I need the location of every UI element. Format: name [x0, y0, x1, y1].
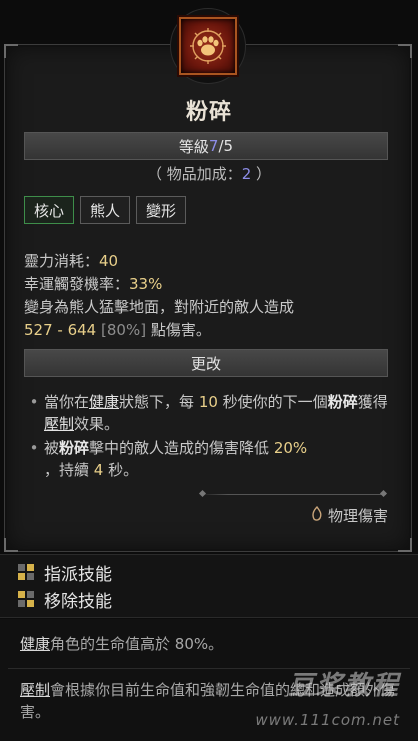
keyword-healthy[interactable]: 健康	[89, 393, 119, 411]
skill-description: 變身為熊人猛擊地面，對附近的敵人造成	[24, 298, 295, 316]
damage-line: 527 - 644 [80%] 點傷害。	[24, 319, 294, 342]
modifier-item: • 當你在健康狀態下，每 10 秒使你的下一個粉碎獲得壓制效果。	[24, 391, 396, 435]
rank-label: 等級	[178, 137, 209, 156]
damage-range: 527 - 644	[24, 321, 97, 339]
bullet-icon: •	[29, 393, 39, 411]
keyword-overpower[interactable]: 壓制	[44, 415, 74, 433]
spirit-cost-label: 靈力消耗：	[24, 252, 100, 270]
glossary-healthy: 健康角色的生命值高於 80%。	[20, 633, 400, 655]
skill-stats: 靈力消耗：40 幸運觸發機率：33% 變身為熊人猛擊地面，對附近的敵人造成 52…	[24, 250, 294, 342]
damage-suffix: 點傷害。	[146, 321, 211, 339]
glossary-term-healthy: 健康	[20, 635, 51, 653]
spirit-cost-line: 靈力消耗：40	[24, 250, 294, 273]
modifier-text: 當你在健康狀態下，每 10 秒使你的下一個粉碎獲得壓制效果。	[44, 393, 388, 433]
tag-shapeshift: 變形	[136, 196, 187, 224]
skill-title: 粉碎	[185, 100, 232, 125]
damage-type: 物理傷害	[310, 505, 388, 526]
item-bonus-suffix: ）	[251, 165, 272, 183]
tag-werebear: 熊人	[80, 196, 131, 224]
controller-button-icon	[18, 590, 36, 609]
glossary-text-healthy: 角色的生命值高於 80%。	[50, 635, 224, 653]
lucky-hit-value: 33%	[129, 275, 163, 293]
bear-paw-icon	[179, 17, 237, 75]
site-watermark: 豆浆教程 www.111com.net	[250, 661, 410, 741]
item-bonus-value: 2	[241, 165, 252, 183]
damage-percent: [80%]	[101, 321, 147, 339]
bullet-icon: •	[29, 439, 39, 457]
skill-actions: 指派技能 移除技能	[0, 554, 418, 618]
glossary-term-overpower: 壓制	[20, 681, 51, 699]
modifier-item: • 被粉碎擊中的敵人造成的傷害降低 20% ，持續 4 秒。	[24, 437, 396, 481]
remove-skill-label: 移除技能	[44, 592, 112, 612]
controller-button-icon	[18, 563, 36, 582]
damage-type-label: 物理傷害	[327, 507, 388, 525]
lucky-hit-line: 幸運觸發機率：33%	[24, 273, 294, 296]
section-divider	[200, 494, 386, 495]
watermark-url: www.111com.net	[255, 711, 400, 729]
watermark-text: 豆浆教程	[287, 671, 400, 701]
tag-core: 核心	[24, 196, 75, 224]
modifier-text: 被粉碎擊中的敵人造成的傷害降低 20% ，持續 4 秒。	[44, 439, 308, 479]
spirit-cost-value: 40	[99, 252, 119, 270]
modifier-list: • 當你在健康狀態下，每 10 秒使你的下一個粉碎獲得壓制效果。 • 被粉碎擊中…	[24, 391, 396, 483]
modifiers-header: 更改	[24, 349, 388, 377]
lucky-hit-label: 幸運觸發機率：	[24, 275, 130, 293]
rank-current: 7	[208, 137, 219, 155]
rank-max: 5	[223, 137, 234, 155]
item-bonus-prefix: （ 物品加成：	[146, 165, 242, 183]
assign-skill-button[interactable]: 指派技能	[18, 560, 112, 585]
assign-skill-label: 指派技能	[44, 565, 112, 585]
skill-rank-bar: 等級 7/5	[24, 132, 388, 160]
remove-skill-button[interactable]: 移除技能	[18, 587, 112, 612]
skill-icon-frame	[170, 8, 246, 84]
physical-damage-icon	[310, 505, 324, 526]
item-bonus: （ 物品加成：2 ）	[0, 163, 418, 184]
skill-tags: 核心 熊人 變形	[24, 196, 187, 224]
